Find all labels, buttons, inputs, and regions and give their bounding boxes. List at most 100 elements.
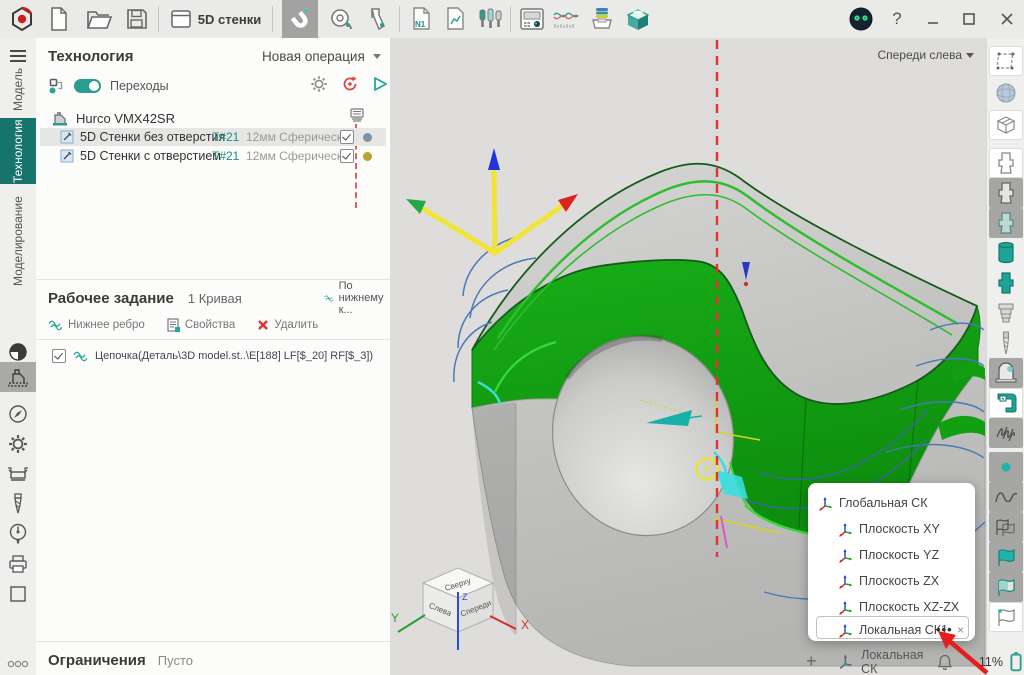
minimize-button[interactable] bbox=[918, 0, 948, 38]
flag-outline-button[interactable] bbox=[989, 602, 1023, 632]
flag-result-button[interactable] bbox=[989, 572, 1023, 602]
properties-button[interactable]: Свойства bbox=[167, 318, 236, 332]
more-button[interactable] bbox=[0, 650, 36, 675]
operations-list-button[interactable] bbox=[349, 108, 365, 127]
stock-part-button[interactable] bbox=[989, 268, 1023, 298]
workpiece-frame-button[interactable] bbox=[989, 46, 1023, 76]
additive-layers-icon bbox=[589, 6, 615, 32]
machine-panel-button[interactable] bbox=[514, 0, 550, 38]
tab-title: 5D стенки bbox=[198, 12, 261, 27]
maximize-button[interactable] bbox=[954, 0, 984, 38]
recalculate-button[interactable] bbox=[341, 75, 359, 98]
run-button[interactable] bbox=[372, 76, 388, 97]
cs-triad-icon bbox=[838, 574, 853, 589]
job-item-row[interactable]: Цепочка(Деталь\3D model.st..\E[188] LF[$… bbox=[52, 346, 373, 366]
cs-more-button[interactable]: ••• bbox=[936, 618, 953, 642]
caliper-button[interactable] bbox=[360, 0, 394, 38]
panel-title: Технология bbox=[48, 48, 133, 65]
measure-tape-button[interactable] bbox=[324, 0, 358, 38]
magnet-snap-button[interactable] bbox=[282, 0, 318, 38]
part-fixture-button[interactable] bbox=[989, 208, 1023, 238]
nc-program-button[interactable]: N1 bbox=[404, 0, 438, 38]
transitions-row: Переходы bbox=[48, 74, 169, 98]
part-outline-button[interactable] bbox=[989, 148, 1023, 178]
close-button[interactable] bbox=[992, 0, 1022, 38]
battery-percent: 11% bbox=[979, 655, 1003, 669]
menu-item-plane-zx[interactable]: Плоскость ZX bbox=[838, 569, 939, 593]
toolbar-separator bbox=[158, 6, 159, 32]
tools-button[interactable] bbox=[472, 0, 508, 38]
bell-icon[interactable] bbox=[937, 653, 953, 671]
additive-button[interactable] bbox=[584, 0, 620, 38]
tool-button[interactable] bbox=[0, 490, 36, 518]
point-marker-button[interactable] bbox=[989, 452, 1023, 482]
view-orientation-selector[interactable]: Спереди слева bbox=[877, 48, 974, 62]
tab-technology[interactable]: Технология bbox=[0, 118, 36, 184]
fixture-button[interactable] bbox=[0, 460, 36, 488]
operation-settings-button[interactable] bbox=[310, 75, 328, 98]
chevron-down-icon bbox=[373, 54, 381, 59]
section-divider bbox=[36, 641, 390, 642]
stock-layers-icon bbox=[995, 301, 1017, 325]
measure-tape-icon bbox=[329, 7, 353, 31]
flags-all-button[interactable] bbox=[989, 512, 1023, 542]
frame-button[interactable] bbox=[0, 580, 36, 608]
menu-item-global-cs[interactable]: Глобальная СК bbox=[818, 491, 928, 515]
menu-item-plane-yz[interactable]: Плоскость YZ bbox=[838, 543, 939, 567]
operation-row-1[interactable]: 5D Стенки без отверстия T#21 12мм Сферич… bbox=[40, 128, 386, 146]
toolpath-hatch-button[interactable] bbox=[989, 418, 1023, 448]
machine-node-icon bbox=[52, 111, 68, 126]
graph-button[interactable] bbox=[548, 0, 584, 38]
stock-layers-button[interactable] bbox=[989, 298, 1023, 328]
maximize-icon bbox=[962, 12, 976, 26]
magnet-snap-icon bbox=[288, 7, 312, 31]
app-logo bbox=[6, 0, 38, 38]
current-cs-selector[interactable]: Локальная СК bbox=[861, 648, 937, 675]
operation-checkbox[interactable] bbox=[340, 149, 354, 163]
cs-close-button[interactable]: × bbox=[957, 618, 964, 642]
add-cs-button[interactable]: + bbox=[806, 651, 826, 672]
transitions-toggle[interactable] bbox=[74, 79, 101, 93]
save-button[interactable] bbox=[120, 0, 154, 38]
tab-modeling[interactable]: Моделирование bbox=[0, 188, 36, 294]
chevron-down-icon bbox=[966, 53, 974, 58]
cs-triad-icon bbox=[818, 496, 833, 511]
machine-node[interactable]: Hurco VMX42SR bbox=[52, 108, 175, 128]
operation-row-2[interactable]: 5D Стенки с отверстием T#21 12мм Сфериче… bbox=[40, 147, 386, 165]
new-document-button[interactable] bbox=[42, 0, 76, 38]
tab-model[interactable]: Модель bbox=[0, 64, 36, 114]
machine-active-button[interactable] bbox=[989, 388, 1023, 418]
machine-sim-button[interactable] bbox=[989, 358, 1023, 388]
settings-button[interactable] bbox=[0, 430, 36, 458]
stock-cylinder-button[interactable] bbox=[989, 238, 1023, 268]
application-window: 5D стенки N1 bbox=[0, 0, 1024, 675]
report-button[interactable] bbox=[438, 0, 472, 38]
tab-5d-walls[interactable]: 5D стенки bbox=[164, 0, 268, 38]
compass-button[interactable] bbox=[0, 400, 36, 428]
new-operation-dropdown[interactable]: Новая операция bbox=[262, 44, 381, 68]
flag-result-icon bbox=[995, 577, 1017, 597]
menu-item-local-cs1[interactable]: Локальная СК1 bbox=[838, 618, 948, 642]
gauge-button[interactable] bbox=[0, 520, 36, 548]
sphere-mesh-button[interactable] bbox=[989, 78, 1023, 108]
delete-x-icon bbox=[257, 319, 269, 331]
part-solid-button[interactable] bbox=[989, 178, 1023, 208]
operation-checkbox[interactable] bbox=[340, 130, 354, 144]
lower-edge-button[interactable]: Нижнее ребро bbox=[48, 319, 145, 331]
wire-box-button[interactable] bbox=[989, 110, 1023, 140]
delete-button[interactable]: Удалить bbox=[257, 319, 318, 331]
menu-item-plane-xy[interactable]: Плоскость XY bbox=[838, 517, 940, 541]
operation-icon bbox=[60, 149, 74, 163]
machine-mode-button[interactable] bbox=[0, 362, 36, 392]
help-button[interactable]: ? bbox=[884, 0, 910, 38]
assistant-button[interactable] bbox=[846, 0, 876, 38]
properties-icon bbox=[167, 318, 180, 332]
printer-button[interactable] bbox=[0, 550, 36, 578]
open-document-button[interactable] bbox=[82, 0, 116, 38]
flag-teal-button[interactable] bbox=[989, 542, 1023, 572]
drill-tool-button[interactable] bbox=[989, 328, 1023, 358]
package-button[interactable] bbox=[620, 0, 656, 38]
spline-curve-button[interactable] bbox=[989, 482, 1023, 512]
job-item-checkbox[interactable] bbox=[52, 349, 66, 363]
constraints-value: Пусто bbox=[158, 653, 193, 668]
